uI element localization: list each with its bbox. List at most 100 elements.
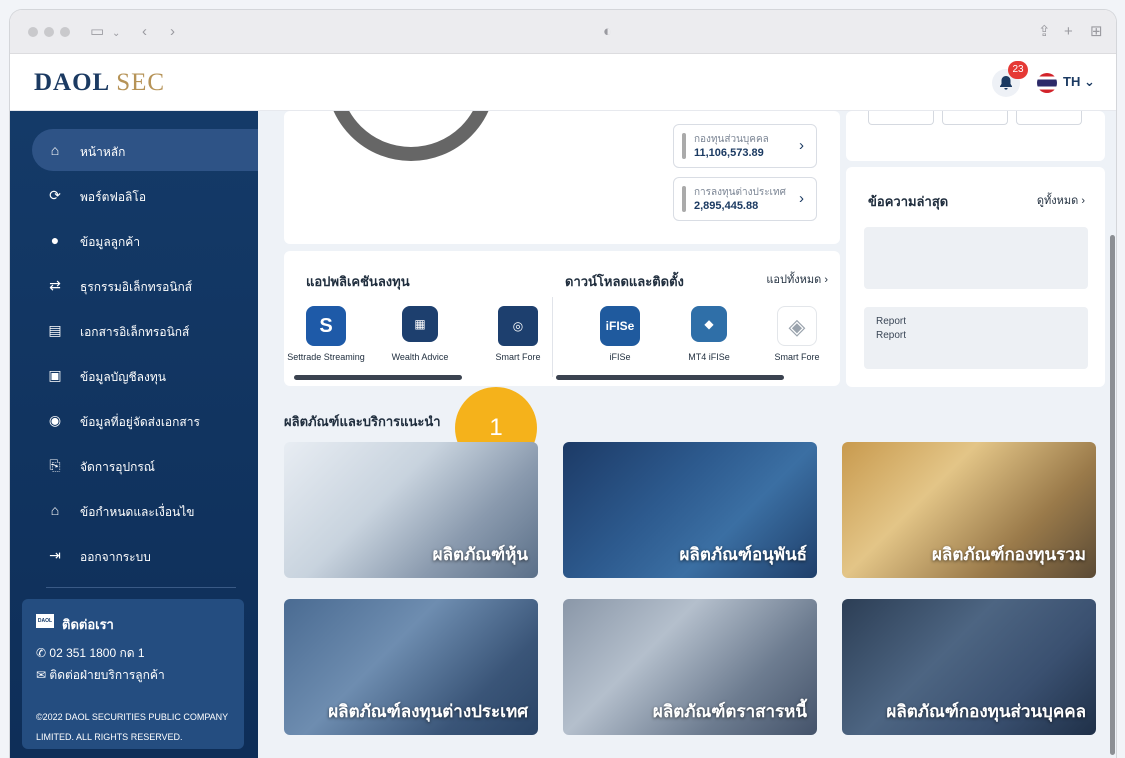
chevron-down-icon[interactable]: ⌄ — [112, 24, 120, 44]
smart-fore-icon: ◎ — [498, 306, 538, 346]
app-smart-fore[interactable]: ◎ Smart Fore — [478, 306, 558, 362]
notification-badge: 23 — [1008, 61, 1028, 79]
sidebar-item-label: หน้าหลัก — [80, 145, 126, 159]
sidebar-toggle-icon[interactable]: ▭ — [90, 22, 104, 42]
fund-foreign-investment[interactable]: การลงทุนต่างประเทศ 2,895,445.88 › — [673, 177, 817, 221]
share-icon[interactable]: ⇪ — [1038, 22, 1051, 42]
mt4-ifise-icon: ◆ — [691, 306, 727, 342]
copyright-text: ©2022 DAOL SECURITIES PUBLIC COMPANY LIM… — [36, 712, 229, 742]
user-icon: ● — [50, 232, 60, 248]
close-window-button[interactable] — [28, 27, 38, 37]
app-label: iFISe — [609, 352, 631, 362]
messages-card: ข้อความล่าสุด ดูทั้งหมด › Report Report — [846, 167, 1105, 387]
sidebar-item-label: ธุรกรรมอิเล็กทรอนิกส์ — [80, 280, 193, 294]
sidebar-item-devices[interactable]: ⎘ จัดการอุปกรณ์ — [32, 444, 258, 486]
sidebar-item-address[interactable]: ◉ ข้อมูลที่อยู่จัดส่งเอกสาร — [32, 399, 258, 441]
view-all-label: แอปทั้งหมด — [766, 274, 822, 286]
app-wealth-advice[interactable]: ▦ Wealth Advice — [380, 306, 460, 362]
app-label: Smart Fore — [495, 352, 541, 362]
forward-icon[interactable]: › — [170, 22, 175, 42]
view-all-label: ดูทั้งหมด — [1036, 195, 1079, 207]
sidebar-item-label: ข้อมูลลูกค้า — [80, 235, 141, 249]
daol-logo[interactable]: DAOL SEC — [34, 69, 165, 97]
sidebar-item-label: ข้อกำหนดและเงื่อนไข — [80, 505, 195, 519]
wealth-advice-icon: ▦ — [402, 306, 438, 342]
app-smart-fore-download[interactable]: ◈ Smart Fore — [757, 306, 837, 362]
product-tile-derivatives[interactable]: ผลิตภัณฑ์อนุพันธ์ — [563, 442, 817, 578]
summary-card — [846, 111, 1105, 161]
messages-view-all-link[interactable]: ดูทั้งหมด › — [1037, 191, 1085, 209]
download-scrollbar[interactable] — [556, 375, 784, 380]
tab-overview-icon[interactable]: ⊞ — [1090, 22, 1103, 42]
product-tile-private-fund[interactable]: ผลิตภัณฑ์กองทุนส่วนบุคคล — [842, 599, 1096, 735]
page-scrollbar[interactable] — [1110, 235, 1115, 755]
sidebar-item-e-transactions[interactable]: ⇄ ธุรกรรมอิเล็กทรอนิกส์ — [32, 264, 258, 306]
app-mt4-ifise[interactable]: ◆ MT4 iFISe — [669, 306, 749, 362]
sidebar-item-logout[interactable]: ⇥ ออกจากระบบ — [32, 534, 258, 576]
product-tile-label: ผลิตภัณฑ์ลงทุนต่างประเทศ — [328, 702, 528, 721]
apps-title: แอปพลิเคชันลงทุน — [306, 274, 410, 289]
portfolio-icon: ⟳ — [49, 187, 61, 203]
sidebar-item-home[interactable]: ⌂ หน้าหลัก — [32, 129, 258, 171]
back-icon[interactable]: ‹ — [142, 22, 147, 42]
app-label: Smart Fore — [774, 352, 820, 362]
download-title: ดาวน์โหลดและติดตั้ง — [565, 274, 684, 289]
contact-service-text: ติดต่อฝ่ายบริการลูกค้า — [49, 668, 165, 682]
phone-icon: ✆ — [36, 646, 47, 660]
chevron-right-icon: › — [799, 190, 804, 207]
message-item-report[interactable]: Report Report — [864, 307, 1088, 369]
portfolio-donut-chart — [326, 111, 496, 161]
zoom-window-button[interactable] — [60, 27, 70, 37]
product-tile-label: ผลิตภัณฑ์หุ้น — [432, 545, 528, 564]
product-tile-label: ผลิตภัณฑ์กองทุนส่วนบุคคล — [886, 702, 1086, 721]
logo-part-sec: SEC — [116, 69, 166, 96]
contact-box: DAOL ติดต่อเรา ✆ 02 351 1800 กด 1 ✉ ติดต… — [22, 599, 244, 749]
message-item-placeholder[interactable] — [864, 227, 1088, 289]
new-tab-icon[interactable]: + — [1064, 22, 1073, 42]
sidebar-divider — [46, 587, 236, 588]
summary-tab-button[interactable] — [868, 111, 934, 125]
message-body: Report — [876, 330, 907, 341]
product-tile-label: ผลิตภัณฑ์กองทุนรวม — [931, 545, 1086, 564]
apps-view-all-link[interactable]: แอปทั้งหมด › — [766, 270, 828, 288]
product-tile-mutual-funds[interactable]: ผลิตภัณฑ์กองทุนรวม — [842, 442, 1096, 578]
fund-private-fund[interactable]: กองทุนส่วนบุคคล 11,106,573.89 › — [673, 124, 817, 168]
sidebar-item-portfolio[interactable]: ⟳ พอร์ตฟอลิโอ — [32, 174, 258, 216]
thai-flag-icon[interactable] — [1037, 73, 1057, 93]
sidebar-item-label: ข้อมูลบัญชีลงทุน — [80, 370, 166, 384]
privacy-shield-icon[interactable]: ◐ — [603, 22, 612, 42]
smart-fore-icon: ◈ — [777, 306, 817, 346]
sidebar-item-terms[interactable]: ⌂ ข้อกำหนดและเงื่อนไข — [32, 489, 258, 531]
product-tile-foreign-investment[interactable]: ผลิตภัณฑ์ลงทุนต่างประเทศ — [284, 599, 538, 735]
sidebar-item-label: เอกสารอิเล็กทรอนิกส์ — [80, 325, 190, 339]
summary-tab-button[interactable] — [1016, 111, 1082, 125]
terms-icon: ⌂ — [50, 502, 60, 518]
location-icon: ◉ — [48, 412, 62, 428]
chevron-right-icon: › — [799, 137, 804, 154]
sidebar-item-e-documents[interactable]: ▤ เอกสารอิเล็กทรอนิกส์ — [32, 309, 258, 351]
sidebar-item-investment-account[interactable]: ▣ ข้อมูลบัญชีลงทุน — [32, 354, 258, 396]
summary-tab-button[interactable] — [942, 111, 1008, 125]
sidebar-item-customer-info[interactable]: ● ข้อมูลลูกค้า — [32, 219, 258, 261]
contact-phone-text: 02 351 1800 กด 1 — [49, 646, 145, 660]
logout-icon: ⇥ — [49, 547, 61, 563]
daol-small-logo: DAOL — [36, 614, 54, 628]
app-label: MT4 iFISe — [688, 352, 730, 362]
product-tile-stocks[interactable]: ผลิตภัณฑ์หุ้น — [284, 442, 538, 578]
product-tile-bonds[interactable]: ผลิตภัณฑ์ตราสารหนี้ — [563, 599, 817, 735]
fund-color-bar — [682, 186, 686, 212]
language-selector[interactable]: TH ⌄ — [1063, 74, 1095, 90]
app-ifise[interactable]: iFISe iFISe — [580, 306, 660, 362]
contact-phone[interactable]: ✆ 02 351 1800 กด 1 — [36, 644, 145, 663]
browser-window: ▭ ⌄ ‹ › ◐ ⇪ + ⊞ DAOL SEC 23 TH ⌄ ⌂ หน้าหล… — [10, 10, 1116, 758]
mail-icon: ✉ — [36, 668, 47, 682]
sidebar-item-label: ออกจากระบบ — [80, 550, 151, 564]
contact-service[interactable]: ✉ ติดต่อฝ่ายบริการลูกค้า — [36, 666, 165, 685]
document-icon: ▤ — [48, 322, 62, 338]
minimize-window-button[interactable] — [44, 27, 54, 37]
apps-scrollbar[interactable] — [294, 375, 462, 380]
contact-title: ติดต่อเรา — [62, 617, 114, 632]
logo-part-daol: DAOL — [34, 69, 111, 96]
app-settrade-streaming[interactable]: S Settrade Streaming — [286, 306, 366, 362]
sidebar-item-label: จัดการอุปกรณ์ — [80, 460, 155, 474]
